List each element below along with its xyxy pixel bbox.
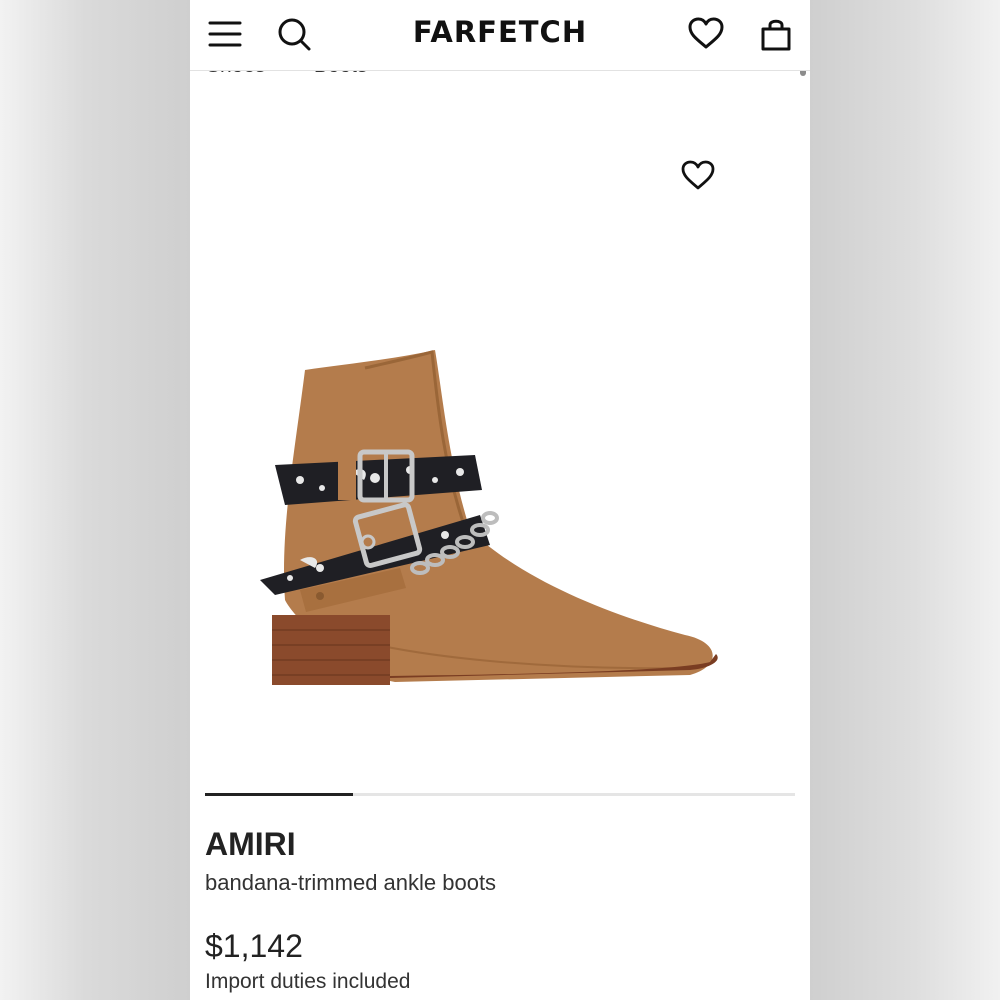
bag-icon[interactable] <box>756 14 796 54</box>
product-price: $1,142 <box>205 928 303 964</box>
blurred-background-right <box>810 0 1000 1000</box>
wishlist-icon[interactable] <box>686 14 726 54</box>
app-screen: FARFETCH Shoes>Boots <box>190 0 810 1000</box>
image-carousel-indicator[interactable] <box>205 793 795 796</box>
add-to-wishlist-icon[interactable] <box>678 156 718 196</box>
top-header: FARFETCH <box>190 0 810 71</box>
product-name: bandana-trimmed ankle boots <box>205 870 497 895</box>
carousel-progress <box>205 793 353 796</box>
product-brand[interactable]: AMIRI <box>205 826 296 863</box>
product-image[interactable] <box>260 330 740 710</box>
import-duties-note: Import duties included <box>205 970 411 993</box>
blurred-background-left <box>0 0 190 1000</box>
